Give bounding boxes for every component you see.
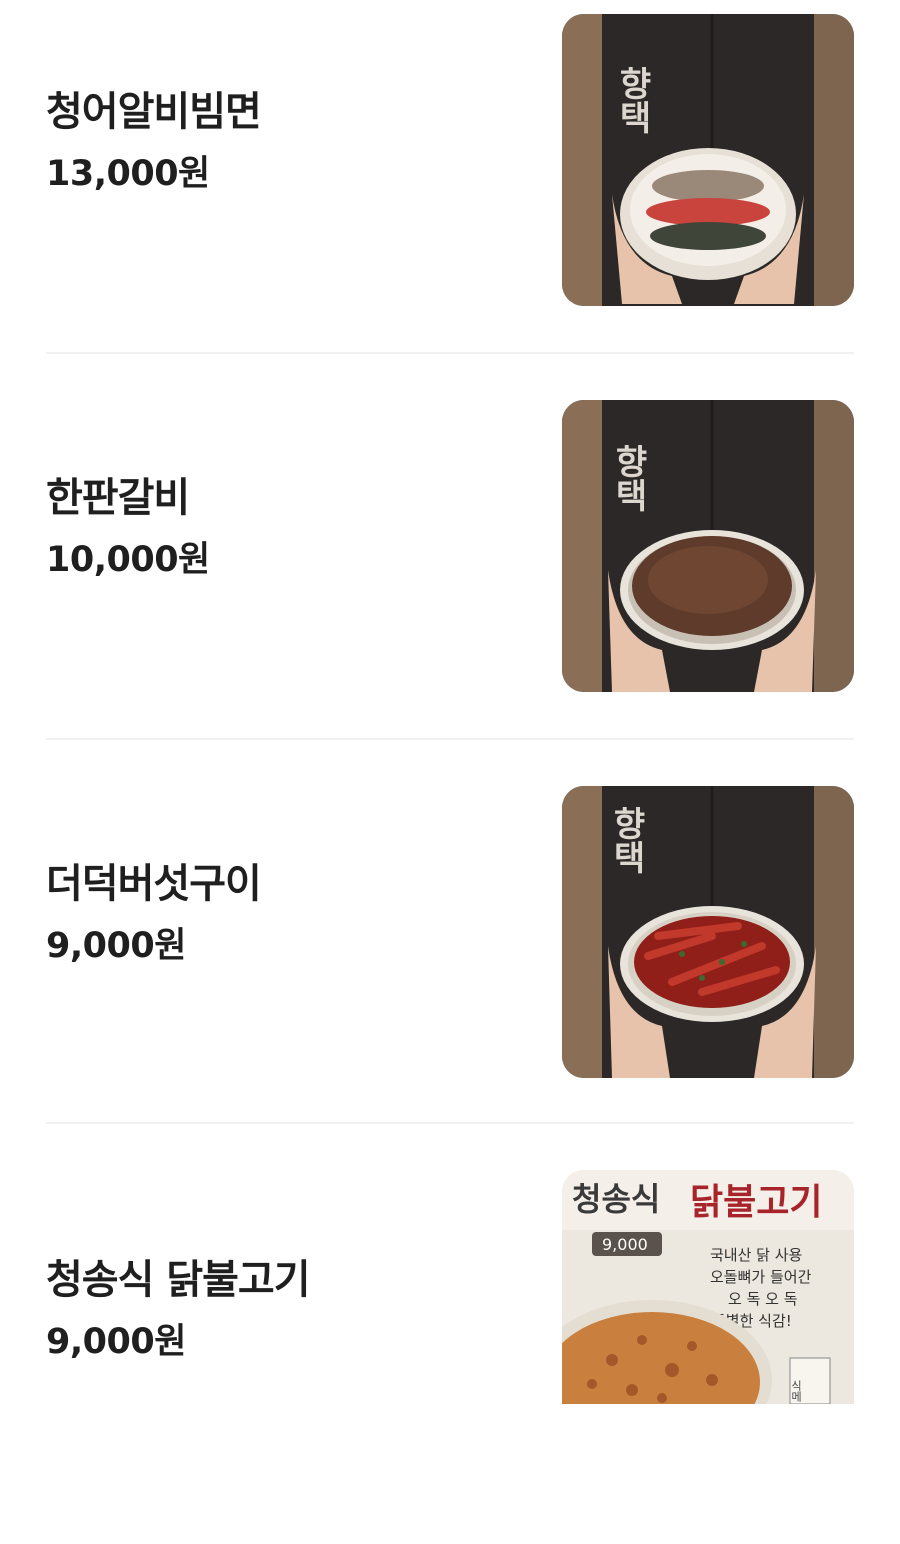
poster-price-badge: 9,000 bbox=[602, 1235, 648, 1254]
menu-item[interactable]: 한판갈비 10,000원 향택 bbox=[0, 386, 900, 772]
divider bbox=[46, 352, 854, 354]
poster-line: 오 독 오 독 bbox=[728, 1290, 798, 1308]
divider bbox=[46, 1122, 854, 1124]
menu-item-price: 9,000원 bbox=[46, 926, 186, 966]
poster-corner-label: 식메 bbox=[790, 1380, 803, 1402]
menu-item[interactable]: 더덕버섯구이 9,000원 향택 bbox=[0, 772, 900, 1158]
bibimmyeon-bowl-photo[interactable]: 향택 bbox=[562, 14, 854, 306]
menu-item-price: 13,000원 bbox=[46, 154, 210, 194]
menu-item-text: 청송식 닭불고기 9,000원 bbox=[46, 1254, 311, 1364]
dak-bulgogi-poster-photo[interactable]: 청송식 닭불고기 9,000 국내산 닭 사용 오돌뼈가 들어간 오 독 오 독… bbox=[562, 1170, 854, 1404]
galbi-plate-photo[interactable]: 향택 bbox=[562, 400, 854, 692]
menu-item[interactable]: 청어알비빔면 13,000원 향택 bbox=[0, 0, 900, 386]
deodeok-mushroom-plate-photo[interactable]: 향택 bbox=[562, 786, 854, 1078]
menu-item-name: 한판갈비 bbox=[46, 475, 190, 521]
menu-item-text: 한판갈비 10,000원 bbox=[46, 472, 210, 582]
apron-label: 향택 bbox=[612, 66, 652, 134]
menu-item-text: 더덕버섯구이 9,000원 bbox=[46, 858, 262, 968]
poster-title-right: 닭불고기 bbox=[690, 1181, 822, 1223]
poster-line: 국내산 닭 사용 bbox=[710, 1246, 802, 1264]
menu-item-name: 청송식 닭불고기 bbox=[46, 1257, 311, 1303]
menu-item-name: 더덕버섯구이 bbox=[46, 861, 262, 907]
apron-label: 향택 bbox=[606, 806, 646, 874]
menu-item[interactable]: 청송식 닭불고기 9,000원 청송식 닭불고기 9,000 국내산 닭 사용 … bbox=[0, 1158, 900, 1544]
menu-item-name: 청어알비빔면 bbox=[46, 89, 262, 135]
apron-label: 향택 bbox=[608, 444, 648, 512]
poster-title-left: 청송식 bbox=[572, 1180, 660, 1218]
menu-list: 청어알비빔면 13,000원 향택 한판갈비 10,000원 향택 더덕버섯구이… bbox=[0, 0, 900, 1404]
poster-line: 오돌뼈가 들어간 bbox=[710, 1268, 812, 1286]
menu-item-price: 10,000원 bbox=[46, 540, 210, 580]
menu-item-text: 청어알비빔면 13,000원 bbox=[46, 86, 262, 196]
menu-item-price: 9,000원 bbox=[46, 1322, 186, 1362]
divider bbox=[46, 738, 854, 740]
